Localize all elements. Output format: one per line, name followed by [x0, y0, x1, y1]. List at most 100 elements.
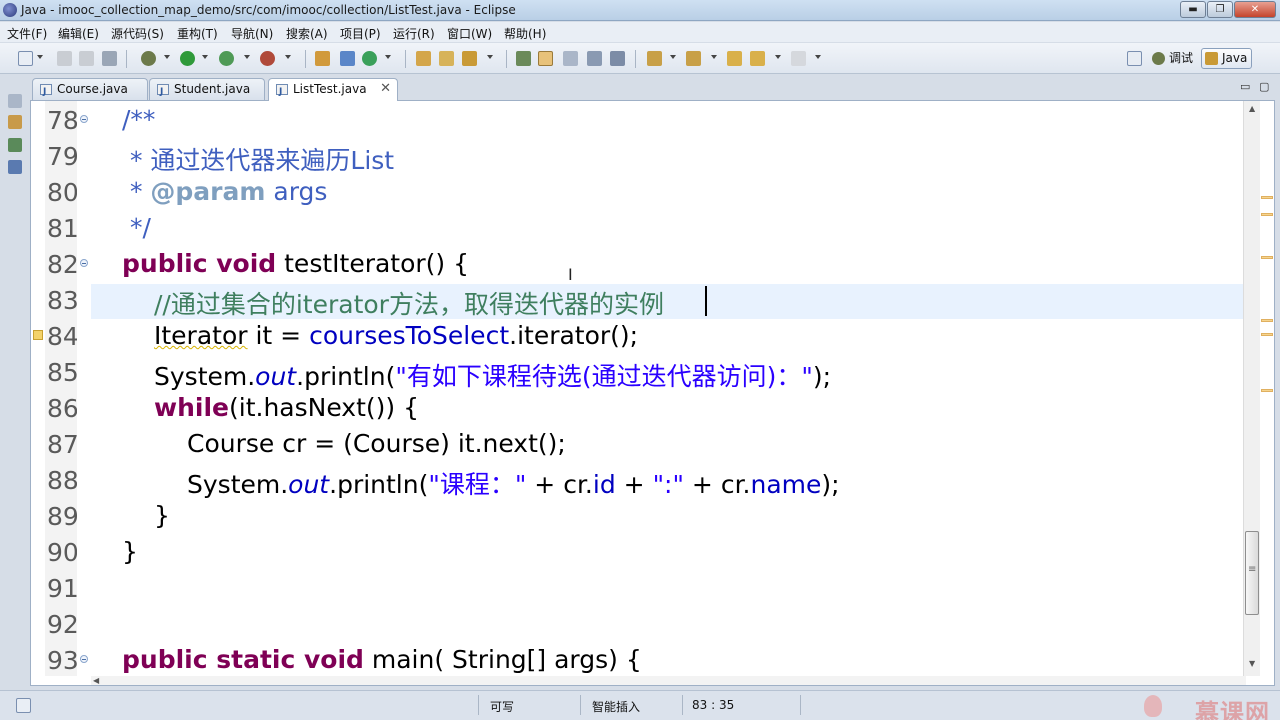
occurrence-mark[interactable] [1261, 256, 1273, 259]
chevron-down-icon[interactable] [711, 55, 717, 59]
chevron-down-icon[interactable] [202, 55, 208, 59]
perspective-java[interactable]: Java [1201, 48, 1253, 69]
toolbar-separator [405, 50, 406, 68]
hierarchy-icon[interactable] [8, 138, 22, 152]
fold-toggle-icon[interactable] [80, 259, 88, 267]
line-number: 80 [47, 178, 79, 207]
java-file-icon [40, 82, 52, 102]
new-package-icon[interactable] [340, 51, 355, 66]
menu-navigate[interactable]: 导航(N) [231, 25, 273, 42]
tab-label: Student.java [174, 82, 251, 96]
vertical-scrollbar[interactable]: ▲ ▼ [1243, 101, 1260, 676]
chevron-down-icon[interactable] [775, 55, 781, 59]
occurrence-mark[interactable] [1261, 196, 1273, 199]
line-number: 83 [47, 286, 79, 315]
toggle-ant-icon[interactable] [516, 51, 531, 66]
package-explorer-icon[interactable] [8, 115, 22, 129]
chevron-down-icon[interactable] [37, 55, 43, 59]
chevron-down-icon[interactable] [385, 55, 391, 59]
javadoc-tag: @param [150, 177, 266, 206]
debug-icon[interactable] [141, 51, 156, 66]
minimize-button[interactable]: ▬ [1180, 1, 1206, 18]
chevron-down-icon[interactable] [487, 55, 493, 59]
forward-icon[interactable] [791, 51, 806, 66]
occurrence-mark[interactable] [1261, 319, 1273, 322]
warning-icon[interactable] [33, 330, 43, 340]
tab-label: Course.java [57, 82, 128, 96]
static-field: out [255, 362, 297, 391]
chevron-down-icon[interactable] [164, 55, 170, 59]
occurrence-mark[interactable] [1261, 213, 1273, 216]
occurrence-mark[interactable] [1261, 389, 1273, 392]
horizontal-scrollbar[interactable]: ◀ [91, 676, 1246, 685]
close-button[interactable]: ✕ [1234, 1, 1276, 18]
outline-icon[interactable] [8, 160, 22, 174]
scroll-thumb[interactable] [1245, 531, 1259, 615]
menu-help[interactable]: 帮助(H) [504, 25, 546, 42]
string-literal: "有如下课程待选(通过迭代器访问)：" [395, 362, 813, 391]
fast-view-icon[interactable] [16, 698, 31, 713]
menu-project[interactable]: 项目(P) [340, 25, 381, 42]
paragraph-icon[interactable] [610, 51, 625, 66]
new-java-project-icon[interactable] [315, 51, 330, 66]
new-class-icon[interactable] [362, 51, 377, 66]
restore-icon[interactable] [8, 94, 22, 108]
save-icon[interactable] [57, 51, 72, 66]
coverage-icon[interactable] [219, 51, 234, 66]
open-type-icon[interactable] [416, 51, 431, 66]
line-number: 88 [47, 466, 79, 495]
type-name: Iterator [154, 321, 248, 350]
occurrence-mark[interactable] [1261, 333, 1273, 336]
maximize-editor-icon[interactable]: ▢ [1259, 80, 1269, 93]
next-annotation-icon[interactable] [647, 51, 662, 66]
show-whitespace-icon[interactable] [587, 51, 602, 66]
string-literal: ":" [652, 470, 684, 499]
chevron-down-icon[interactable] [285, 55, 291, 59]
code-text: (it.hasNext()) { [229, 393, 419, 422]
scroll-up-icon[interactable]: ▲ [1249, 104, 1255, 113]
code-text: .iterator(); [509, 321, 639, 350]
perspective-debug[interactable]: 调试 [1148, 48, 1198, 69]
line-number: 89 [47, 502, 79, 531]
scroll-left-icon[interactable]: ◀ [93, 676, 99, 685]
tab-student-java[interactable]: Student.java [149, 78, 265, 102]
tab-course-java[interactable]: Course.java [32, 78, 148, 102]
new-icon[interactable] [18, 51, 33, 66]
minimize-editor-icon[interactable]: ▭ [1240, 80, 1250, 93]
eclipse-logo-icon [3, 3, 17, 17]
imooc-logo-icon [1144, 695, 1162, 717]
tab-listtest-java[interactable]: ListTest.java ✕ [268, 78, 398, 102]
chevron-down-icon[interactable] [244, 55, 250, 59]
scroll-down-icon[interactable]: ▼ [1249, 659, 1255, 668]
code-line-83: //通过集合的iterator方法，取得迭代器的实例 [154, 290, 664, 319]
menu-source[interactable]: 源代码(S) [111, 25, 164, 42]
chevron-down-icon[interactable] [670, 55, 676, 59]
chevron-down-icon[interactable] [815, 55, 821, 59]
title-bar: Java - imooc_collection_map_demo/src/com… [0, 0, 1280, 21]
fold-toggle-icon[interactable] [80, 655, 88, 663]
menu-refactor[interactable]: 重构(T) [177, 25, 218, 42]
menu-window[interactable]: 窗口(W) [447, 25, 492, 42]
menu-file[interactable]: 文件(F) [7, 25, 47, 42]
open-task-icon[interactable] [439, 51, 454, 66]
menu-edit[interactable]: 编辑(E) [58, 25, 99, 42]
fold-toggle-icon[interactable] [80, 115, 88, 123]
close-tab-icon[interactable]: ✕ [380, 79, 391, 99]
mouse-ibeam-cursor-icon: I [568, 265, 573, 284]
print-icon[interactable] [102, 51, 117, 66]
mark-occurrences-icon[interactable] [538, 51, 553, 66]
last-edit-icon[interactable] [727, 51, 742, 66]
open-perspective-icon[interactable] [1127, 51, 1142, 66]
external-tools-icon[interactable] [260, 51, 275, 66]
code-editor[interactable]: 78 79 80 81 82 83 84 85 86 87 88 89 90 9… [30, 100, 1275, 686]
menu-search[interactable]: 搜索(A) [286, 25, 328, 42]
back-icon[interactable] [750, 51, 765, 66]
prev-annotation-icon[interactable] [686, 51, 701, 66]
run-icon[interactable] [180, 51, 195, 66]
search-icon[interactable] [462, 51, 477, 66]
toggle-block-icon[interactable] [563, 51, 578, 66]
menu-run[interactable]: 运行(R) [393, 25, 435, 42]
maximize-button[interactable]: ❐ [1207, 1, 1233, 18]
code-line-81: */ [122, 213, 151, 242]
save-all-icon[interactable] [79, 51, 94, 66]
